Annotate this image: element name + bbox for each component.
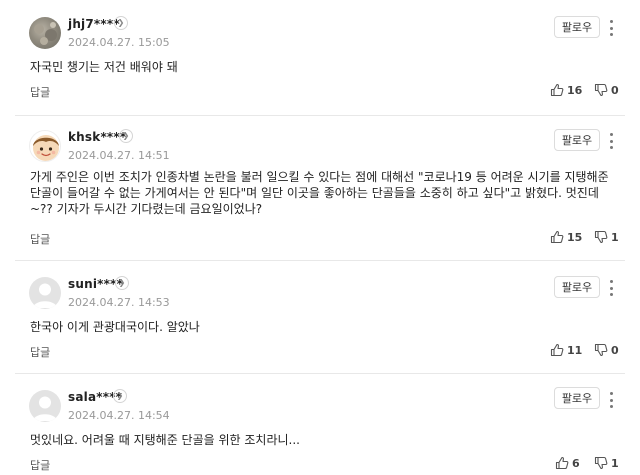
thumbs-up-icon bbox=[550, 83, 564, 97]
dislike-button[interactable]: 0 bbox=[594, 83, 619, 97]
like-button[interactable]: 11 bbox=[550, 343, 582, 357]
avatar[interactable] bbox=[29, 17, 61, 49]
comment-item: sala**** ❯ 2024.04.27. 14:54 팔로우 멋있네요. 어… bbox=[0, 374, 640, 475]
comment-text: 멋있네요. 어려울 때 지탱해준 단골을 위한 조치라니... bbox=[30, 433, 300, 447]
dislike-button[interactable]: 0 bbox=[594, 343, 619, 357]
dislike-count: 1 bbox=[611, 456, 619, 470]
like-button[interactable]: 16 bbox=[550, 83, 582, 97]
thumbs-up-icon bbox=[550, 343, 564, 357]
reply-button[interactable]: 답글 bbox=[30, 231, 50, 247]
comment-text-line: ~?? 기자가 두시간 기다렸는데 금요일이었나? bbox=[30, 202, 263, 216]
follow-button[interactable]: 팔로우 bbox=[554, 129, 600, 151]
comment-date: 2024.04.27. 15:05 bbox=[68, 36, 170, 49]
dislike-count: 0 bbox=[611, 83, 619, 97]
chevron-right-icon[interactable]: ❯ bbox=[114, 16, 128, 30]
thumbs-down-icon bbox=[594, 83, 608, 97]
comment-date: 2024.04.27. 14:53 bbox=[68, 296, 170, 309]
comment-date: 2024.04.27. 14:51 bbox=[68, 149, 170, 162]
comment-text: 한국아 이게 관광대국이다. 알았나 bbox=[30, 320, 200, 334]
username[interactable]: jhj7**** bbox=[68, 17, 120, 31]
thumbs-down-icon bbox=[594, 343, 608, 357]
reply-button[interactable]: 답글 bbox=[30, 84, 50, 100]
like-button[interactable]: 15 bbox=[550, 230, 582, 244]
reply-button[interactable]: 답글 bbox=[30, 344, 50, 360]
more-vertical-icon[interactable] bbox=[607, 133, 615, 149]
like-count: 15 bbox=[567, 230, 583, 244]
chevron-right-icon[interactable]: ❯ bbox=[115, 276, 129, 290]
dislike-count: 0 bbox=[611, 343, 619, 357]
follow-button[interactable]: 팔로우 bbox=[554, 276, 600, 298]
like-count: 11 bbox=[567, 343, 583, 357]
like-count: 6 bbox=[572, 456, 580, 470]
comment-text-line: 가게 주인은 이번 조치가 인종차별 논란을 불러 일으킬 수 있다는 점에 대… bbox=[30, 170, 609, 184]
thumbs-down-icon bbox=[594, 456, 608, 470]
more-vertical-icon[interactable] bbox=[607, 280, 615, 296]
comment-date: 2024.04.27. 14:54 bbox=[68, 409, 170, 422]
more-vertical-icon[interactable] bbox=[607, 20, 615, 36]
avatar[interactable] bbox=[29, 390, 61, 422]
reply-button[interactable]: 답글 bbox=[30, 457, 50, 473]
chevron-right-icon[interactable]: ❯ bbox=[119, 129, 133, 143]
like-button[interactable]: 6 bbox=[555, 456, 580, 470]
thumbs-up-icon bbox=[555, 456, 569, 470]
follow-button[interactable]: 팔로우 bbox=[554, 16, 600, 38]
comment-item: suni**** ❯ 2024.04.27. 14:53 팔로우 한국아 이게 … bbox=[0, 261, 640, 373]
dislike-button[interactable]: 1 bbox=[594, 230, 619, 244]
follow-button[interactable]: 팔로우 bbox=[554, 387, 600, 409]
comment-text: 자국민 챙기는 저건 배워야 돼 bbox=[30, 60, 178, 74]
comment-item: khsk**** ❯ 2024.04.27. 14:51 팔로우 가게 주인은 … bbox=[0, 116, 640, 260]
chevron-right-icon[interactable]: ❯ bbox=[113, 389, 127, 403]
dislike-button[interactable]: 1 bbox=[594, 456, 619, 470]
comment-item: jhj7**** ❯ 2024.04.27. 15:05 팔로우 자국민 챙기는… bbox=[0, 0, 640, 115]
more-vertical-icon[interactable] bbox=[607, 392, 615, 408]
avatar[interactable] bbox=[29, 277, 61, 309]
comment-text: 가게 주인은 이번 조치가 인종차별 논란을 불러 일으킬 수 있다는 점에 대… bbox=[30, 169, 620, 217]
like-count: 16 bbox=[567, 83, 583, 97]
dislike-count: 1 bbox=[611, 230, 619, 244]
thumbs-down-icon bbox=[594, 230, 608, 244]
username[interactable]: khsk**** bbox=[68, 130, 126, 144]
avatar[interactable] bbox=[29, 130, 61, 162]
comment-text-line: 단골이 들어갈 수 없는 가게여서는 안 된다"며 일단 이곳을 좋아하는 단골… bbox=[30, 186, 599, 200]
thumbs-up-icon bbox=[550, 230, 564, 244]
